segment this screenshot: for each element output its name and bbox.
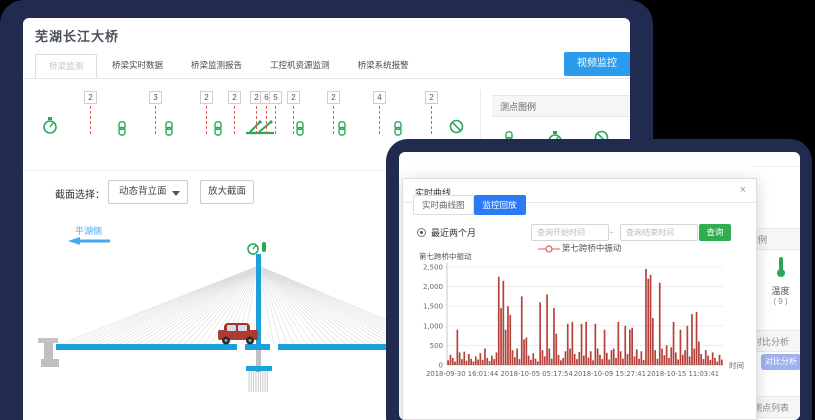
svg-text:2,500: 2,500	[423, 264, 443, 272]
main-tab-2[interactable]: 桥梁监测报告	[191, 54, 242, 78]
video-monitor-button[interactable]: 视频监控	[564, 52, 630, 76]
left-pier	[44, 342, 53, 360]
sensor-position-dash	[275, 106, 276, 134]
chain-link-icon[interactable]	[117, 121, 127, 141]
sensor-position-dash	[256, 106, 257, 134]
section-select-label: 截面选择：	[55, 186, 105, 201]
sensor-count-chip: 2	[327, 91, 340, 104]
temperature-legend-item[interactable]: 温度 ( 9 )	[761, 256, 800, 306]
svg-text:500: 500	[430, 342, 443, 350]
tower-pier	[256, 350, 261, 368]
svg-text:2018-09-30 16:01:44: 2018-09-30 16:01:44	[426, 370, 498, 378]
chevron-down-icon	[172, 191, 180, 196]
gauge-icon[interactable]	[42, 116, 58, 140]
section-select-dropdown[interactable]: 动态背立面	[108, 180, 188, 204]
svg-text:1,000: 1,000	[423, 322, 443, 330]
modal-window: 测点图例 温度 ( 9 ) 对比分析 对比分析 振动测点列表 实时曲线 × 实时…	[399, 152, 800, 420]
sensor-position-dash	[379, 106, 380, 134]
start-time-input[interactable]	[531, 224, 609, 241]
bridge-deck	[56, 344, 404, 350]
sensor-count-chip: 2	[425, 91, 438, 104]
sensor-count-chip: 2	[287, 91, 300, 104]
chain-link-icon[interactable]	[164, 121, 174, 141]
screenshot-canvas: 芜湖长江大桥 桥梁监测桥梁实时数据 桥梁监测报告 工控机资源监测 桥梁系统报警 视频监…	[0, 0, 815, 420]
chain-link-icon[interactable]	[213, 121, 223, 141]
main-tab-3[interactable]: 工控机资源监测	[270, 54, 330, 78]
svg-text:2018-10-05 05:17:54: 2018-10-05 05:17:54	[501, 370, 573, 378]
sensor-position-dash	[333, 106, 334, 134]
main-tab-bar: 桥梁监测桥梁实时数据 桥梁监测报告 工控机资源监测 桥梁系统报警	[23, 55, 630, 79]
temperature-count: ( 9 )	[761, 297, 800, 306]
chain-link-icon[interactable]	[337, 121, 347, 141]
svg-text:时间: 时间	[729, 360, 744, 370]
close-icon[interactable]: ×	[740, 184, 746, 196]
sensor-count-chip: 3	[149, 91, 162, 104]
svg-text:0: 0	[439, 362, 443, 370]
sensor-position-dash	[155, 106, 156, 134]
legend-panel-header: 测点图例	[492, 95, 630, 117]
thermometer-icon	[775, 256, 787, 278]
page-title: 芜湖长江大桥	[35, 26, 119, 45]
sensor-count-chip: 5	[269, 91, 282, 104]
svg-text:1,500: 1,500	[423, 303, 443, 311]
end-time-input[interactable]	[620, 224, 698, 241]
sensor-count-chip: 2	[84, 91, 97, 104]
sensor-position-dash	[431, 106, 432, 134]
realtime-curve-dialog: 实时曲线 × 实时曲线图监控回放 最近两个月 - 查询 第七跨桥中振动 第七跨桥…	[402, 178, 757, 420]
bridge-diagram	[30, 240, 404, 412]
sensor-count-chip: 4	[373, 91, 386, 104]
chart-plot-area: 0 500 1,000 1,500 2,000 2,500 2018-09-30 16:01…	[417, 261, 755, 401]
sensor-position-dash	[266, 106, 267, 134]
dialog-tab-1[interactable]: 监控回放	[474, 195, 526, 215]
chain-link-icon[interactable]	[295, 121, 305, 141]
recent-two-months-option[interactable]: 最近两个月	[417, 226, 476, 239]
sensor-count-chip: 2	[228, 91, 241, 104]
tower-base-cap	[246, 366, 272, 371]
main-tab-0[interactable]: 桥梁监测	[35, 54, 97, 78]
tower-base-hatch	[249, 371, 267, 392]
svg-text:2018-10-15 11:03:41: 2018-10-15 11:03:41	[647, 370, 719, 378]
main-tab-1[interactable]: 桥梁实时数据	[112, 54, 163, 78]
main-tab-4[interactable]: 桥梁系统报警	[358, 54, 409, 78]
temperature-label: 温度	[761, 284, 800, 297]
dialog-tab-0[interactable]: 实时曲线图	[413, 195, 474, 215]
date-range-separator: -	[610, 227, 613, 237]
sensor-position-dash	[234, 106, 235, 134]
compare-analysis-button[interactable]: 对比分析	[761, 354, 800, 370]
vibration-chart: 第七跨桥中振动 05001,0001,5002,0002,5002018-09-…	[417, 251, 755, 417]
joint-device-icon[interactable]	[244, 119, 276, 141]
car-illustration	[218, 323, 258, 345]
tower-sensor-icon[interactable]	[262, 242, 266, 252]
ban-icon[interactable]	[449, 119, 464, 139]
chain-link-icon[interactable]	[393, 121, 403, 141]
background-divider	[751, 166, 800, 167]
sensor-position-dash	[206, 106, 207, 134]
svg-text:2,000: 2,000	[423, 283, 443, 291]
query-button[interactable]: 查询	[699, 224, 731, 241]
radio-icon	[417, 228, 426, 237]
svg-text:2018-10-09 15:27:41: 2018-10-09 15:27:41	[574, 370, 646, 378]
sensor-position-dash	[90, 106, 91, 134]
sensor-count-chip: 2	[200, 91, 213, 104]
radio-label: 最近两个月	[431, 226, 476, 239]
dialog-tab-bar: 实时曲线图监控回放	[413, 195, 526, 215]
enlarge-section-button[interactable]: 放大截面	[200, 180, 254, 204]
section-select-value: 动态背立面	[119, 186, 167, 197]
sensor-position-dash	[293, 106, 294, 134]
